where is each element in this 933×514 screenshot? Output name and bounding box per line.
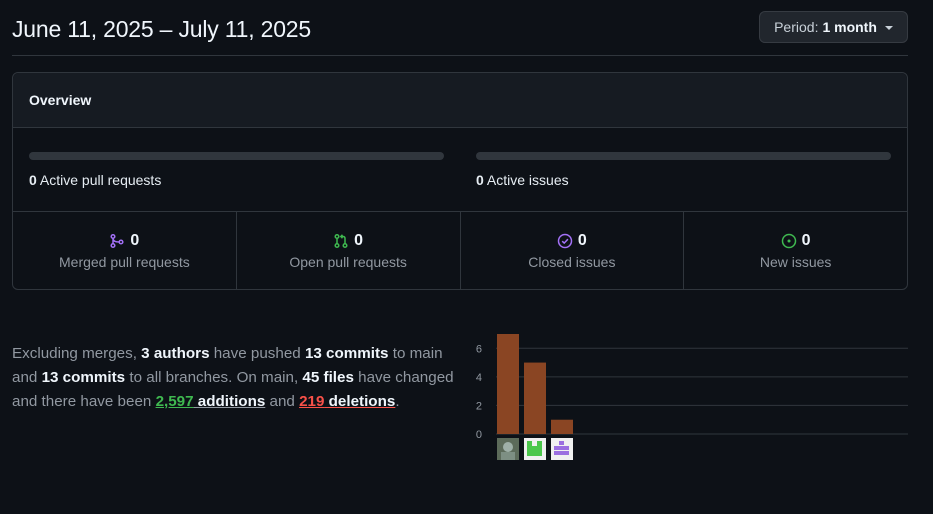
deletions-word: deletions bbox=[324, 393, 396, 410]
active-prs-count: 0 bbox=[29, 172, 37, 188]
avatar-photo-detail bbox=[503, 442, 513, 452]
authors-count: 3 authors bbox=[141, 345, 210, 362]
closed-issues-count: 0 bbox=[577, 231, 587, 249]
active-issues-bar bbox=[476, 152, 891, 160]
overview-stats: 0 Merged pull requests 0 Open pull reque… bbox=[13, 212, 907, 289]
overview-title: Overview bbox=[13, 73, 907, 128]
deletions-count: 219 bbox=[299, 393, 325, 410]
files-count: 45 files bbox=[302, 369, 354, 386]
author-avatar[interactable] bbox=[524, 438, 546, 460]
author-avatar[interactable] bbox=[497, 438, 519, 460]
closed-issues-stat[interactable]: 0 Closed issues bbox=[461, 212, 685, 289]
chart-bar bbox=[551, 419, 573, 434]
active-prs-label: Active pull requests bbox=[39, 172, 162, 188]
avatar-identicon-cell bbox=[532, 446, 537, 451]
merged-prs-stat[interactable]: 0 Merged pull requests bbox=[13, 212, 237, 289]
avatar-identicon-cell bbox=[559, 441, 564, 445]
commits-all-count: 13 commits bbox=[41, 369, 126, 386]
avatar-identicon-cell bbox=[537, 446, 542, 451]
issue-closed-icon bbox=[557, 233, 573, 248]
overview-panel: Overview 0 Active pull requests 0 Active… bbox=[12, 72, 908, 290]
commit-summary: Excluding merges, 3 authors have pushed … bbox=[12, 342, 462, 414]
avatar-identicon-cell bbox=[564, 451, 569, 455]
summary-text: . bbox=[395, 393, 400, 410]
chart-y-tick-label: 0 bbox=[476, 429, 482, 441]
commits-main-count: 13 commits bbox=[304, 345, 389, 362]
date-range-title: June 11, 2025 – July 11, 2025 bbox=[12, 16, 311, 42]
caret-down-icon bbox=[884, 26, 893, 30]
new-issues-label: New issues bbox=[759, 253, 832, 270]
active-issues-summary[interactable]: 0 Active issues bbox=[476, 172, 569, 188]
period-dropdown-button[interactable]: Period: 1 month bbox=[759, 11, 908, 43]
additions-count: 2,597 bbox=[155, 393, 194, 410]
issue-opened-icon bbox=[781, 233, 796, 248]
chart-svg: 0 2 4 6 bbox=[476, 334, 908, 460]
period-label: Period: bbox=[774, 19, 819, 35]
avatar-identicon-cell bbox=[537, 441, 542, 446]
header: June 11, 2025 – July 11, 2025 Period: 1 … bbox=[12, 0, 908, 56]
avatar-identicon-cell bbox=[554, 446, 559, 450]
chart-bar bbox=[497, 334, 519, 434]
git-merge-icon bbox=[110, 233, 124, 248]
open-prs-count: 0 bbox=[354, 231, 364, 249]
chart-y-tick-label: 2 bbox=[476, 400, 482, 412]
new-issues-stat[interactable]: 0 New issues bbox=[684, 212, 907, 289]
avatar-identicon-cell bbox=[559, 451, 564, 455]
summary-text: to all branches. On main, bbox=[125, 369, 303, 386]
git-pull-request-icon bbox=[334, 233, 348, 248]
open-prs-stat[interactable]: 0 Open pull requests bbox=[237, 212, 461, 289]
summary-text: Excluding merges, bbox=[12, 345, 142, 362]
avatar-identicon-cell bbox=[537, 451, 542, 456]
commits-by-author-chart: 0 2 4 6 bbox=[470, 330, 910, 470]
active-prs-summary[interactable]: 0 Active pull requests bbox=[29, 172, 161, 188]
additions-word: additions bbox=[193, 393, 266, 410]
chart-bar bbox=[524, 362, 546, 434]
avatar-photo-detail bbox=[501, 452, 515, 460]
active-issues-label: Active issues bbox=[486, 172, 569, 188]
overview-progress-section: 0 Active pull requests 0 Active issues bbox=[13, 128, 907, 212]
avatar-identicon-cell bbox=[527, 441, 532, 446]
closed-issues-label: Closed issues bbox=[528, 253, 616, 270]
merged-prs-label: Merged pull requests bbox=[59, 253, 190, 270]
avatar-identicon-cell bbox=[527, 451, 532, 456]
merged-prs-count: 0 bbox=[130, 231, 140, 249]
chart-y-tick-label: 4 bbox=[476, 372, 482, 384]
summary-text: and bbox=[265, 393, 300, 410]
avatar-identicon-cell bbox=[564, 446, 569, 450]
additions-link[interactable]: 2,597 additions bbox=[156, 393, 266, 410]
author-avatar[interactable] bbox=[551, 438, 573, 460]
avatar-identicon-cell bbox=[532, 451, 537, 456]
avatar-identicon-cell bbox=[527, 446, 532, 451]
open-prs-label: Open pull requests bbox=[289, 253, 407, 270]
active-issues-count: 0 bbox=[476, 172, 484, 188]
new-issues-count: 0 bbox=[801, 231, 811, 249]
avatar-identicon-cell bbox=[559, 446, 564, 450]
active-prs-bar bbox=[29, 152, 444, 160]
deletions-link[interactable]: 219 deletions bbox=[299, 393, 395, 410]
chart-y-tick-label: 6 bbox=[476, 343, 482, 355]
avatar-identicon-cell bbox=[554, 451, 559, 455]
period-value: 1 month bbox=[822, 19, 877, 35]
summary-text: have pushed bbox=[209, 345, 305, 362]
